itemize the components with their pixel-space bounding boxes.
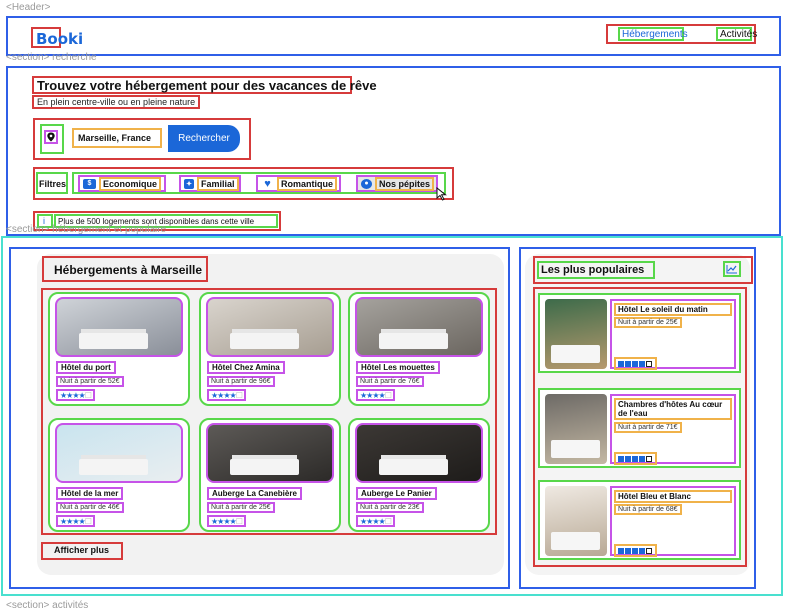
hosting-photo — [55, 297, 183, 357]
filters-label-box: Filtres — [36, 172, 68, 194]
location-pin-icon — [44, 130, 58, 144]
logo[interactable]: Booki — [36, 30, 83, 48]
hosting-card[interactable]: Hôtel du port Nuit à partir de 52€ ★★★★☐ — [48, 292, 190, 406]
hosting-photo — [355, 297, 483, 357]
hosting-name: Auberge La Canebière — [207, 487, 302, 500]
activities-section-tag: <section> activités — [6, 600, 89, 611]
nav-link-label: Activités — [720, 29, 758, 40]
popular-info: Hôtel Bleu et Blanc Nuit à partir de 68€ — [610, 486, 736, 557]
rating-stars — [614, 357, 657, 370]
nav-link-hebergements[interactable]: Hébergements — [618, 27, 688, 41]
rating-stars: ★★★★☐ — [356, 515, 395, 527]
hosting-name: Hôtel de la mer — [56, 487, 124, 500]
rating-stars: ★★★★☐ — [207, 515, 246, 527]
rating-stars — [614, 452, 657, 465]
hosting-price: Nuit à partir de 52€ — [56, 376, 124, 387]
search-button-label: Rechercher — [178, 133, 230, 144]
search-input-value: Marseille, France — [78, 133, 152, 143]
hosting-price: Nuit à partir de 96€ — [207, 376, 275, 387]
popular-info: Hôtel Le soleil du matin Nuit à partir de… — [610, 299, 736, 370]
hosting-price: Nuit à partir de 25€ — [207, 502, 275, 513]
header-tag: <Header> — [6, 2, 51, 13]
hosting-price: Nuit à partir de 23€ — [356, 502, 424, 513]
search-button[interactable]: Rechercher — [168, 125, 240, 152]
popular-price: Nuit à partir de 71€ — [614, 422, 682, 433]
popular-name: Hôtel Bleu et Blanc — [614, 490, 732, 503]
filter-label: Nos pépites — [375, 176, 435, 191]
popular-title: Les plus populaires — [541, 264, 645, 276]
rating-stars: ★★★★☐ — [207, 389, 246, 401]
filters-label: Filtres — [39, 179, 67, 189]
hosting-price: Nuit à partir de 76€ — [356, 376, 424, 387]
filter-romantique[interactable]: ♥ Romantique — [256, 175, 341, 192]
page-title: Trouvez votre hébergement pour des vacan… — [37, 78, 377, 93]
filter-label: Romantique — [277, 176, 338, 191]
filter-label: Familial — [197, 176, 239, 191]
family-icon: ✦ — [184, 178, 194, 189]
rating-stars — [614, 544, 657, 557]
hosting-section-tag: <section> hébergement et populaire — [6, 224, 167, 235]
search-input[interactable]: Marseille, France — [72, 128, 162, 148]
nav-link-activites[interactable]: Activités — [716, 27, 757, 41]
popular-price: Nuit à partir de 68€ — [614, 504, 682, 515]
hostings-title: Hébergements à Marseille — [54, 263, 203, 277]
filter-label: Economique — [99, 176, 162, 191]
show-more-button[interactable]: Afficher plus — [54, 545, 109, 555]
popular-item[interactable]: Chambres d'hôtes Au cœur de l'eau Nuit à … — [538, 388, 741, 468]
hosting-price: Nuit à partir de 46€ — [56, 502, 124, 513]
popular-item[interactable]: Hôtel Bleu et Blanc Nuit à partir de 68€ — [538, 480, 741, 560]
filter-nos-pepites[interactable]: ● Nos pépites — [356, 175, 438, 192]
hosting-photo — [355, 423, 483, 483]
rating-stars: ★★★★☐ — [56, 515, 95, 527]
hosting-card[interactable]: Auberge La Canebière Nuit à partir de 25€… — [199, 418, 341, 532]
popular-photo — [545, 486, 607, 556]
hosting-name: Auberge Le Panier — [356, 487, 437, 500]
popular-item[interactable]: Hôtel Le soleil du matin Nuit à partir de… — [538, 293, 741, 373]
popular-info: Chambres d'hôtes Au cœur de l'eau Nuit à … — [610, 394, 736, 465]
page-subtitle: En plein centre-ville ou en pleine natur… — [37, 97, 196, 107]
popular-name: Chambres d'hôtes Au cœur de l'eau — [614, 398, 732, 420]
hosting-name: Hôtel Chez Amina — [207, 361, 285, 374]
rating-stars: ★★★★☐ — [56, 389, 95, 401]
cursor-icon — [436, 187, 447, 201]
hosting-name: Hôtel Les mouettes — [356, 361, 440, 374]
filter-familial[interactable]: ✦ Familial — [179, 175, 241, 192]
rating-stars: ★★★★☐ — [356, 389, 395, 401]
popular-photo — [545, 394, 607, 464]
popular-price: Nuit à partir de 25€ — [614, 317, 682, 328]
nav-link-label: Hébergements — [622, 29, 688, 40]
hosting-card[interactable]: Hôtel Chez Amina Nuit à partir de 96€ ★★★★… — [199, 292, 341, 406]
heart-icon: ♥ — [264, 177, 271, 190]
hosting-card[interactable]: Hôtel de la mer Nuit à partir de 46€ ★★★★☐ — [48, 418, 190, 532]
gem-icon: ● — [361, 178, 372, 189]
hosting-card[interactable]: Auberge Le Panier Nuit à partir de 23€ ★★★… — [348, 418, 490, 532]
hosting-name: Hôtel du port — [56, 361, 116, 374]
hosting-card[interactable]: Hôtel Les mouettes Nuit à partir de 76€ ★★… — [348, 292, 490, 406]
hosting-photo — [206, 423, 334, 483]
popular-photo — [545, 299, 607, 369]
hosting-photo — [206, 297, 334, 357]
popular-name: Hôtel Le soleil du matin — [614, 303, 732, 316]
money-icon: $ — [83, 178, 96, 189]
trend-icon — [723, 261, 741, 277]
filter-economique[interactable]: $ Economique — [78, 175, 166, 192]
hosting-photo — [55, 423, 183, 483]
search-section-tag: <section> recherche — [6, 52, 97, 63]
popular-title-box: Les plus populaires — [537, 261, 655, 279]
